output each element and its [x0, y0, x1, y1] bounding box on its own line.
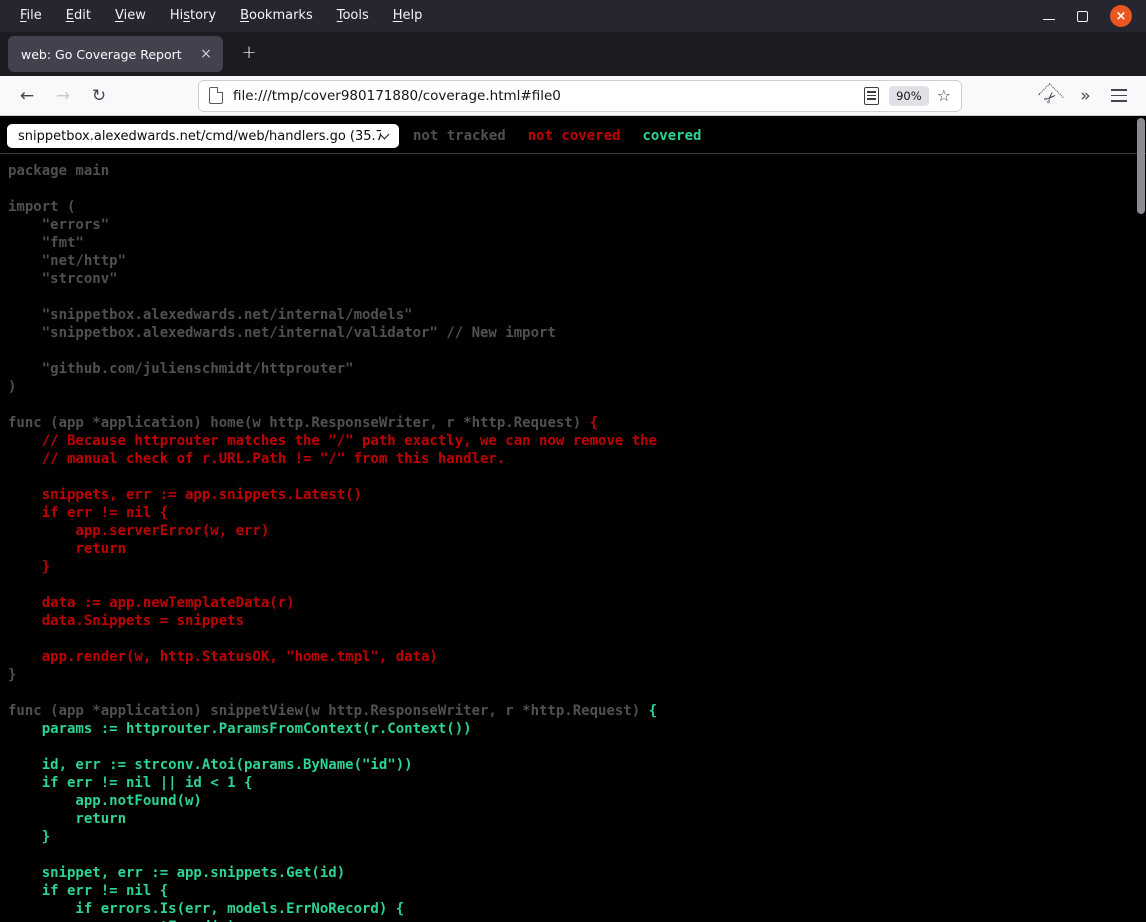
new-tab-button[interactable]: +	[233, 36, 265, 68]
toolbar-right-icons: ✂ »	[1034, 80, 1136, 112]
page-scrollbar-thumb[interactable]	[1137, 118, 1145, 214]
maximize-icon[interactable]	[1077, 11, 1088, 22]
code-line	[8, 342, 1146, 360]
code-line: "fmt"	[8, 234, 1146, 252]
navigation-toolbar: ← → ↻ file:///tmp/cover980171880/coverag…	[0, 76, 1146, 116]
menu-item-file[interactable]: File	[8, 0, 54, 32]
zoom-level-button[interactable]: 90%	[889, 86, 929, 106]
page-info-icon[interactable]	[209, 87, 223, 104]
coverage-legend: not tracked not covered covered	[413, 128, 723, 144]
code-block: package main import ( "errors" "fmt" "ne…	[0, 162, 1146, 922]
code-line: package main	[8, 162, 1146, 180]
code-line: app.notFound(w)	[8, 918, 1146, 922]
code-line	[8, 396, 1146, 414]
menu-items: FileEditViewHistoryBookmarksToolsHelp	[8, 0, 434, 32]
legend-not-tracked: not tracked	[413, 128, 506, 144]
code-line	[8, 288, 1146, 306]
close-window-icon[interactable]: ×	[1110, 5, 1132, 27]
overflow-chevron-icon[interactable]: »	[1068, 80, 1102, 112]
menu-bar: FileEditViewHistoryBookmarksToolsHelp ×	[0, 0, 1146, 32]
code-line: "snippetbox.alexedwards.net/internal/mod…	[8, 306, 1146, 324]
file-select[interactable]: snippetbox.alexedwards.net/cmd/web/handl…	[7, 124, 399, 148]
code-line: app.notFound(w)	[8, 792, 1146, 810]
code-line: app.render(w, http.StatusOK, "home.tmpl"…	[8, 648, 1146, 666]
url-input[interactable]: file:///tmp/cover980171880/coverage.html…	[233, 88, 864, 104]
bookmark-star-icon[interactable]: ☆	[937, 88, 951, 104]
code-line: "github.com/julienschmidt/httprouter"	[8, 360, 1146, 378]
coverage-topbar: snippetbox.alexedwards.net/cmd/web/handl…	[0, 116, 1146, 154]
code-line	[8, 468, 1146, 486]
window-controls: ×	[1043, 5, 1132, 27]
forward-icon[interactable]: →	[46, 80, 80, 112]
tab-title: web: Go Coverage Report	[21, 47, 195, 62]
code-line: }	[8, 828, 1146, 846]
menu-item-view[interactable]: View	[103, 0, 158, 32]
code-line: snippets, err := app.snippets.Latest()	[8, 486, 1146, 504]
code-line: params := httprouter.ParamsFromContext(r…	[8, 720, 1146, 738]
file-select-value: snippetbox.alexedwards.net/cmd/web/handl…	[18, 129, 381, 144]
code-line: if err != nil || id < 1 {	[8, 774, 1146, 792]
code-line: if err != nil {	[8, 504, 1146, 522]
code-line: "strconv"	[8, 270, 1146, 288]
code-line: func (app *application) home(w http.Resp…	[8, 414, 1146, 432]
code-line: return	[8, 540, 1146, 558]
legend-covered: covered	[642, 128, 701, 144]
code-line	[8, 738, 1146, 756]
code-line: "snippetbox.alexedwards.net/internal/val…	[8, 324, 1146, 342]
chevron-down-icon	[380, 129, 390, 139]
url-bar[interactable]: file:///tmp/cover980171880/coverage.html…	[198, 80, 962, 112]
code-line	[8, 180, 1146, 198]
tab-coverage-report[interactable]: web: Go Coverage Report ×	[8, 36, 223, 72]
minimize-icon[interactable]	[1043, 19, 1055, 20]
code-line: if errors.Is(err, models.ErrNoRecord) {	[8, 900, 1146, 918]
code-line: // Because httprouter matches the "/" pa…	[8, 432, 1146, 450]
code-line: if err != nil {	[8, 882, 1146, 900]
menu-item-bookmarks[interactable]: Bookmarks	[228, 0, 325, 32]
code-line: data := app.newTemplateData(r)	[8, 594, 1146, 612]
code-line: data.Snippets = snippets	[8, 612, 1146, 630]
code-line: id, err := strconv.Atoi(params.ByName("i…	[8, 756, 1146, 774]
hamburger-menu-icon[interactable]	[1102, 80, 1136, 112]
code-line: func (app *application) snippetView(w ht…	[8, 702, 1146, 720]
code-line: )	[8, 378, 1146, 396]
code-line: import (	[8, 198, 1146, 216]
reload-icon[interactable]: ↻	[82, 80, 116, 112]
code-line: }	[8, 666, 1146, 684]
code-line	[8, 576, 1146, 594]
code-line	[8, 846, 1146, 864]
code-line: return	[8, 810, 1146, 828]
tab-close-icon[interactable]: ×	[195, 43, 217, 65]
screenshot-icon[interactable]: ✂	[1034, 80, 1068, 112]
back-icon[interactable]: ←	[10, 80, 44, 112]
page-content: snippetbox.alexedwards.net/cmd/web/handl…	[0, 116, 1146, 922]
code-line: }	[8, 558, 1146, 576]
code-line: "errors"	[8, 216, 1146, 234]
code-line: // manual check of r.URL.Path != "/" fro…	[8, 450, 1146, 468]
tab-strip: web: Go Coverage Report × +	[0, 32, 1146, 76]
code-line: app.serverError(w, err)	[8, 522, 1146, 540]
code-line	[8, 630, 1146, 648]
legend-not-covered: not covered	[528, 128, 621, 144]
code-line: snippet, err := app.snippets.Get(id)	[8, 864, 1146, 882]
code-line: "net/http"	[8, 252, 1146, 270]
menu-item-tools[interactable]: Tools	[325, 0, 381, 32]
menu-item-edit[interactable]: Edit	[54, 0, 103, 32]
menu-item-help[interactable]: Help	[381, 0, 435, 32]
menu-item-history[interactable]: History	[158, 0, 228, 32]
code-line	[8, 684, 1146, 702]
reader-mode-icon[interactable]	[864, 87, 879, 105]
